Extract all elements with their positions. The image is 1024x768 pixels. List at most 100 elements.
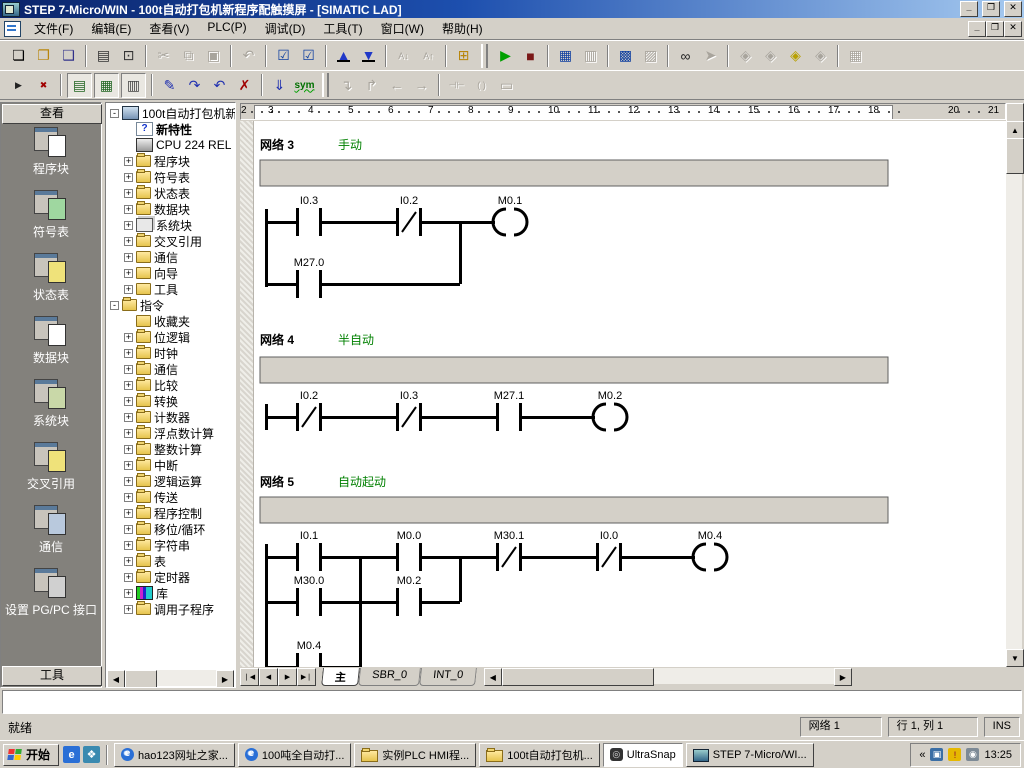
nav-header-view[interactable]: 查看 bbox=[2, 104, 102, 124]
expand-icon[interactable]: + bbox=[124, 269, 133, 278]
speaker-icon[interactable]: ◉ bbox=[966, 748, 979, 761]
unforce-button[interactable]: ◈ bbox=[759, 44, 782, 67]
editor-vertical-scrollbar[interactable]: ▲ ▼ bbox=[1006, 102, 1022, 688]
tree-item[interactable]: CPU 224 REL bbox=[106, 137, 235, 153]
expand-icon[interactable]: + bbox=[124, 157, 133, 166]
pause-program-status-button[interactable]: ▥ bbox=[579, 44, 602, 67]
expand-icon[interactable]: + bbox=[124, 461, 133, 470]
nav-item-status-chart[interactable]: 状态表 bbox=[1, 253, 101, 303]
write-all-button[interactable]: ➤ bbox=[699, 44, 722, 67]
scroll-right-icon[interactable]: ▶ bbox=[834, 668, 852, 686]
pou-tab-SBR_0[interactable]: SBR_0 bbox=[358, 668, 421, 686]
line-right-button[interactable]: → bbox=[410, 74, 433, 97]
expand-icon[interactable]: + bbox=[124, 493, 133, 502]
tree-item[interactable]: +程序控制 bbox=[106, 505, 235, 521]
ladder-network[interactable]: 网络 4半自动I0.2I0.3M27.1M0.2 bbox=[260, 332, 888, 431]
scroll-right-icon[interactable]: ▶ bbox=[216, 670, 234, 688]
scroll-thumb[interactable] bbox=[502, 668, 654, 686]
task-button[interactable]: 实例PLC HMI程... bbox=[354, 743, 476, 767]
line-down-button[interactable]: ↴ bbox=[335, 74, 358, 97]
minimize-button[interactable]: _ bbox=[960, 1, 978, 17]
tree-item[interactable]: +转换 bbox=[106, 393, 235, 409]
nav-item-system-block[interactable]: 系统块 bbox=[1, 379, 101, 429]
read-all-forced-button[interactable]: ◈ bbox=[809, 44, 832, 67]
child-minimize-button[interactable]: _ bbox=[968, 21, 986, 37]
view-lad-button[interactable]: ▤ bbox=[67, 73, 92, 98]
expand-icon[interactable]: + bbox=[124, 333, 133, 342]
view-symbol-info-button[interactable]: ▦ bbox=[94, 73, 119, 98]
sort-ascending-button[interactable]: A↓ bbox=[392, 44, 415, 67]
scroll-down-icon[interactable]: ▼ bbox=[1006, 649, 1024, 667]
copy-button[interactable]: ⧉ bbox=[177, 44, 200, 67]
menu-文件F[interactable]: 文件(F) bbox=[25, 18, 82, 39]
expand-icon[interactable]: + bbox=[124, 173, 133, 182]
collapse-icon[interactable]: - bbox=[110, 301, 119, 310]
expand-icon[interactable]: + bbox=[124, 429, 133, 438]
tree-item[interactable]: +字符串 bbox=[106, 537, 235, 553]
alert-icon[interactable]: ! bbox=[948, 748, 961, 761]
tree-item[interactable]: +通信 bbox=[106, 361, 235, 377]
app-icon[interactable] bbox=[2, 2, 20, 17]
tree-item[interactable]: +向导 bbox=[106, 265, 235, 281]
tree-item[interactable]: +整数计算 bbox=[106, 441, 235, 457]
show-desktop-icon[interactable]: ❖ bbox=[83, 746, 100, 763]
tree-item[interactable]: +移位/循环 bbox=[106, 521, 235, 537]
stop-button[interactable]: ■ bbox=[519, 44, 542, 67]
nav-item-data-block[interactable]: 数据块 bbox=[1, 316, 101, 366]
program-status-button[interactable]: ▦ bbox=[554, 44, 577, 67]
task-button[interactable]: ehao123网址之家... bbox=[114, 743, 235, 767]
expand-icon[interactable]: + bbox=[124, 253, 133, 262]
expand-icon[interactable]: + bbox=[124, 589, 133, 598]
tree-item[interactable]: -指令 bbox=[106, 297, 235, 313]
print-button[interactable]: ▤ bbox=[92, 44, 115, 67]
nav-item-symbol-table[interactable]: 符号表 bbox=[1, 190, 101, 240]
close-button[interactable]: ✕ bbox=[1004, 1, 1022, 17]
bookmark-next-button[interactable]: ▶ bbox=[7, 74, 30, 97]
scroll-thumb[interactable] bbox=[125, 670, 157, 688]
scroll-left-icon[interactable]: ◀ bbox=[484, 668, 502, 686]
edit-undo-network-button[interactable]: ↶ bbox=[208, 74, 231, 97]
tree-item[interactable]: +逻辑运算 bbox=[106, 473, 235, 489]
expand-icon[interactable]: + bbox=[124, 445, 133, 454]
expand-icon[interactable]: + bbox=[124, 237, 133, 246]
menu-编辑E[interactable]: 编辑(E) bbox=[82, 18, 140, 39]
task-button[interactable]: ◎UltraSnap bbox=[603, 743, 683, 767]
print-preview-button[interactable]: ⊡ bbox=[117, 44, 140, 67]
tree-item[interactable]: +状态表 bbox=[106, 185, 235, 201]
menu-帮助H[interactable]: 帮助(H) bbox=[433, 18, 492, 39]
internet-explorer-icon[interactable]: e bbox=[63, 746, 80, 763]
tree-item[interactable]: +程序块 bbox=[106, 153, 235, 169]
pou-tab-INT_0[interactable]: INT_0 bbox=[419, 668, 477, 686]
paste-button[interactable]: ▣ bbox=[202, 44, 225, 67]
tree-item[interactable]: +浮点数计算 bbox=[106, 425, 235, 441]
expand-icon[interactable]: + bbox=[124, 381, 133, 390]
line-left-button[interactable]: ← bbox=[385, 74, 408, 97]
compile-all-button[interactable]: ☑ bbox=[297, 44, 320, 67]
download-button[interactable]: ▼ bbox=[357, 44, 380, 67]
options-button[interactable]: ⊞ bbox=[452, 44, 475, 67]
expand-icon[interactable]: + bbox=[124, 349, 133, 358]
tree-horizontal-scrollbar[interactable]: ◀ ▶ bbox=[107, 670, 234, 686]
expand-icon[interactable]: + bbox=[124, 509, 133, 518]
network-icon[interactable]: ▣ bbox=[930, 748, 943, 761]
expand-icon[interactable]: + bbox=[124, 205, 133, 214]
memory-map-button[interactable]: ▦ bbox=[844, 44, 867, 67]
menu-调试D[interactable]: 调试(D) bbox=[256, 18, 315, 39]
new-file-button[interactable]: ❏ bbox=[7, 44, 30, 67]
ladder-canvas[interactable]: 网络 3手动I0.3I0.2M0.1M27.0 网络 4半自动I0.2I0.3M2… bbox=[240, 121, 1006, 667]
prev-tab-icon[interactable]: ◀ bbox=[259, 668, 278, 686]
symbolic-addressing-button[interactable]: sym bbox=[293, 74, 316, 97]
last-tab-icon[interactable]: ▶❘ bbox=[297, 668, 316, 686]
cut-button[interactable]: ✂ bbox=[152, 44, 175, 67]
task-button[interactable]: 100t自动打包机... bbox=[479, 743, 600, 767]
run-button[interactable]: ▶ bbox=[494, 44, 517, 67]
expand-icon[interactable]: + bbox=[124, 525, 133, 534]
edit-redo-network-button[interactable]: ↷ bbox=[183, 74, 206, 97]
restore-button[interactable]: ❐ bbox=[982, 1, 1000, 17]
tree-item[interactable]: +工具 bbox=[106, 281, 235, 297]
compile-button[interactable]: ☑ bbox=[272, 44, 295, 67]
tree-item[interactable]: +定时器 bbox=[106, 569, 235, 585]
tree-item[interactable]: 收藏夹 bbox=[106, 313, 235, 329]
ladder-network[interactable]: 网络 3手动I0.3I0.2M0.1M27.0 bbox=[260, 137, 888, 298]
apply-address-button[interactable]: ⇓ bbox=[268, 74, 291, 97]
